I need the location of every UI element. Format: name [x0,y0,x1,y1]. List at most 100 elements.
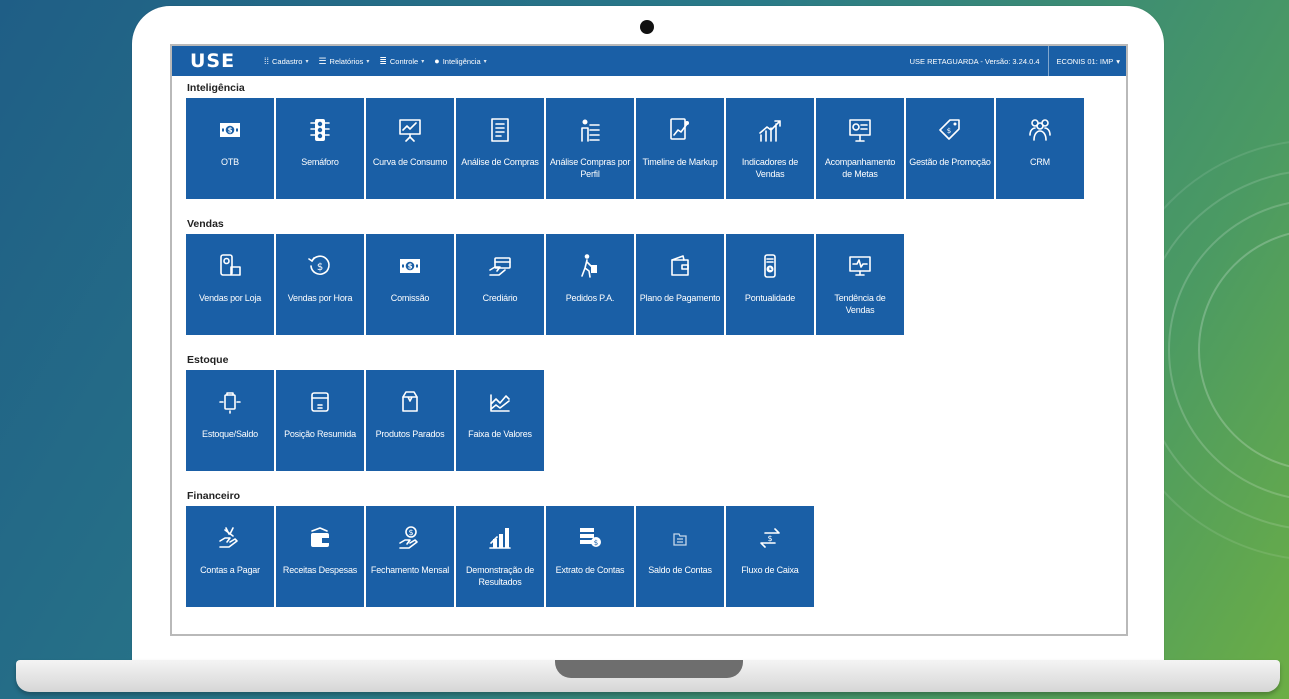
menu-cadastro[interactable]: ⁞⁞ Cadastro ▾ [264,56,308,66]
tile-analise-compras-por-perfil[interactable]: Análise Compras por Perfil [546,98,634,199]
walking-bag-icon [577,234,603,292]
tile-pedidos-p-a[interactable]: Pedidos P.A. [546,234,634,335]
svg-text:$: $ [228,127,233,135]
chevron-down-icon: ▾ [305,58,309,65]
phone-clock-icon [757,234,783,292]
folder-icon [667,506,693,564]
tile-timeline-de-markup[interactable]: Timeline de Markup [636,98,724,199]
user-menu[interactable]: ECONIS 01: IMP ▾ [1049,57,1126,66]
tile-label: Curva de Consumo [372,157,448,167]
menu-label: Inteligência [442,56,481,66]
box-icon [307,370,333,428]
money-icon: $ [397,234,423,292]
tile-contas-a-pagar[interactable]: Contas a Pagar [186,506,274,607]
tile-label: Indicadores de Vendas [741,157,799,179]
tile-row-vendas: Vendas por Loja $ Vendas por Hora $ Comissão… [186,234,1126,335]
hand-coin-icon: $ [397,506,423,564]
menu-controle[interactable]: ≣ Controle ▾ [379,56,424,67]
svg-text:$: $ [594,539,598,547]
tile-label: Receitas Despesas [282,565,358,575]
menu-label: Relatórios [329,56,364,66]
exchange-icon: $ [757,506,783,564]
grid-icon: ⁞⁞ [264,56,270,66]
tile-row-financeiro: Contas a Pagar Receitas Despesas $ Fechamen… [186,506,1126,607]
tile-row-estoque: Estoque/Saldo Posição Resumida Produtos Pa… [186,370,1126,471]
tile-label: Saldo de Contas [648,565,712,575]
chevron-down-icon: ▾ [483,58,487,65]
chart-frame-icon [487,370,513,428]
tile-fechamento-mensal[interactable]: $ Fechamento Mensal [366,506,454,607]
tile-posicao-resumida[interactable]: Posição Resumida [276,370,364,471]
tile-curva-de-consumo[interactable]: Curva de Consumo [366,98,454,199]
tile-pontualidade[interactable]: Pontualidade [726,234,814,335]
tile-label: Timeline de Markup [642,157,718,167]
tile-indicadores-de-vendas[interactable]: Indicadores de Vendas [726,98,814,199]
svg-text:$: $ [767,534,772,543]
price-tag-icon: $ [937,98,963,156]
svg-text:$: $ [408,263,413,271]
tile-label: Crediário [482,293,518,303]
section-title-financeiro: Financeiro [187,490,241,502]
tile-acompanhamento-de-metas[interactable]: Acompanhamento de Metas [816,98,904,199]
tile-label: Demonstração de Resultados [465,565,535,587]
bar-chart-icon [487,506,513,564]
tile-saldo-de-contas[interactable]: Saldo de Contas [636,506,724,607]
menu-label: Cadastro [272,56,303,66]
box-arrows-icon [217,370,243,428]
topbar-right: USE RETAGUARDA - Versão: 3.24.0.4 ECONIS… [910,46,1126,76]
statement-icon: $ [577,506,603,564]
tile-produtos-parados[interactable]: Produtos Parados [366,370,454,471]
tile-label: Fechamento Mensal [370,565,450,575]
tile-otb[interactable]: $ OTB [186,98,274,199]
section-title-inteligencia: Inteligência [187,82,245,94]
wallet-icon [667,234,693,292]
app-logo[interactable]: USE [190,50,264,72]
section-title-estoque: Estoque [187,354,229,366]
tile-crediario[interactable]: Crediário [456,234,544,335]
tile-label: Extrato de Contas [555,565,625,575]
tile-label: Pontualidade [744,293,796,303]
tile-vendas-por-loja[interactable]: Vendas por Loja [186,234,274,335]
tile-label: Vendas por Loja [198,293,262,303]
tile-comissao[interactable]: $ Comissão [366,234,454,335]
people-icon [1027,98,1053,156]
tile-plano-de-pagamento[interactable]: Plano de Pagamento [636,234,724,335]
svg-text:$: $ [317,262,323,273]
main-menu: ⁞⁞ Cadastro ▾ ☰ Relatórios ▾ ≣ Controle ▾ ● Inteli… [264,56,487,67]
tile-gestao-de-promocao[interactable]: $ Gestão de Promoção [906,98,994,199]
menu-relatorios[interactable]: ☰ Relatórios ▾ [318,56,369,67]
menu-inteligencia[interactable]: ● Inteligência ▾ [434,56,486,66]
laptop-notch [555,660,743,678]
tile-estoque-saldo[interactable]: Estoque/Saldo [186,370,274,471]
tile-label: Vendas por Hora [287,293,353,303]
tile-analise-de-compras[interactable]: Análise de Compras [456,98,544,199]
menu-label: Controle [389,56,419,66]
tile-fluxo-de-caixa[interactable]: $ Fluxo de Caixa [726,506,814,607]
section-title-vendas: Vendas [187,218,224,230]
tile-semaforo[interactable]: Semáforo [276,98,364,199]
tile-faixa-de-valores[interactable]: Faixa de Valores [456,370,544,471]
tile-receitas-despesas[interactable]: Receitas Despesas [276,506,364,607]
tile-extrato-de-contas[interactable]: $ Extrato de Contas [546,506,634,607]
tile-label: Tendência de Vendas [834,293,886,315]
tile-label: Contas a Pagar [200,565,260,575]
tile-label: Comissão [390,293,430,303]
tile-tendencia-de-vendas[interactable]: Tendência de Vendas [816,234,904,335]
bar-growth-icon [757,98,783,156]
presentation-chart-icon [397,98,423,156]
tile-label: Pedidos P.A. [565,293,615,303]
list-icon: ≣ [379,55,387,66]
tile-vendas-por-hora[interactable]: $ Vendas por Hora [276,234,364,335]
hand-money-icon [217,506,243,564]
traffic-light-icon [307,98,333,156]
tile-crm[interactable]: CRM [996,98,1084,199]
tile-row-inteligencia: $ OTB Semáforo Curva de Consumo Análise de C… [186,98,1126,199]
tile-label: Acompanhamento de Metas [824,157,896,179]
tile-label: Produtos Parados [375,429,445,439]
tile-demonstracao-de-resultados[interactable]: Demonstração de Resultados [456,506,544,607]
tile-label: Análise Compras por Perfil [549,157,631,179]
chevron-down-icon: ▾ [1116,56,1120,66]
clock-money-icon: $ [307,234,333,292]
dashboard-content: Inteligência $ OTB Semáforo Curva de Consumo… [172,76,1126,607]
camera-dot [640,20,654,34]
